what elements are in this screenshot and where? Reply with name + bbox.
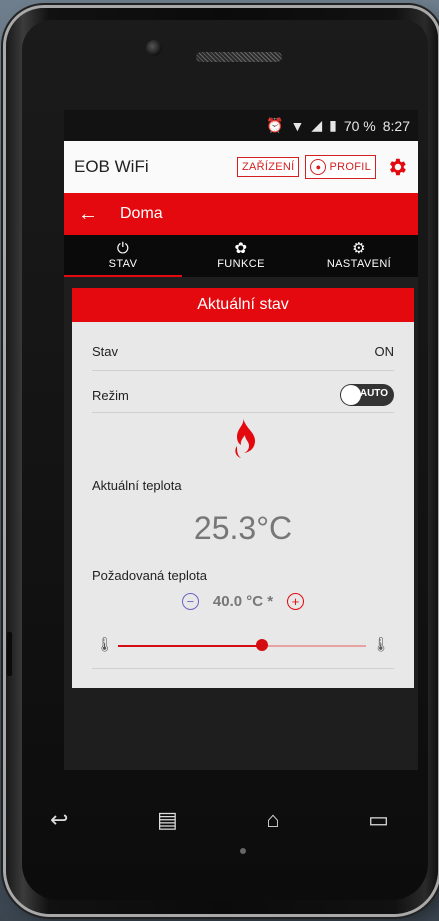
mode-toggle-label: AUTO [359, 388, 388, 399]
app-title: EOB WiFi [74, 157, 149, 176]
card-header: Aktuální stav [72, 288, 414, 322]
slider-fill [118, 645, 262, 647]
cell-signal-icon: ◢ [311, 117, 323, 133]
current-temp-label: Aktuální teplota [92, 478, 182, 493]
slider-thumb[interactable] [255, 639, 268, 651]
increase-temp-button[interactable]: + [287, 593, 305, 610]
divider [92, 412, 394, 413]
fan-icon: ✿ [234, 240, 248, 257]
profile-button-label: PROFIL [329, 161, 371, 173]
arrow-left-icon[interactable]: ← [78, 203, 98, 226]
location-title: Doma [120, 205, 163, 222]
wifi-icon: ▼ [290, 117, 305, 134]
menu-key-icon[interactable]: ▤ [157, 807, 178, 833]
hardware-nav-bar: ↩ ▤ ⌂ ▭ [24, 790, 415, 850]
profile-button[interactable]: ● PROFIL [305, 155, 376, 179]
thermometer-low-icon: 🌡 [96, 636, 114, 652]
temp-slider[interactable]: 🌡 🌡 [96, 634, 390, 658]
alarm-clock-icon: ⏰ [266, 117, 284, 133]
stav-value: ON [374, 344, 395, 359]
stav-label: Stav [92, 344, 119, 359]
front-camera [146, 40, 162, 56]
battery-level: 70 % [343, 117, 376, 134]
earpiece-speaker [196, 52, 282, 62]
tab-funkce[interactable]: ✿ FUNKCE [182, 235, 300, 277]
status-card: Aktuální stav Stav ON Režim AUTO Aktuáln… [72, 288, 414, 688]
app-bar: EOB WiFi ZAŘÍZENÍ ● PROFIL [64, 141, 418, 193]
devices-button[interactable]: ZAŘÍZENÍ [236, 157, 300, 177]
power-icon: ⏻ [116, 240, 130, 257]
notification-led [240, 848, 246, 854]
gear-icon: ⚙ [352, 240, 366, 257]
flame-icon [235, 418, 255, 458]
decrease-temp-button[interactable]: − [181, 593, 199, 610]
tab-nastaveni[interactable]: ⚙ NASTAVENÍ [300, 235, 418, 277]
rezim-label: Režim [92, 387, 129, 403]
divider [92, 668, 394, 669]
search-key-icon[interactable]: ▭ [368, 807, 389, 833]
target-temp-control: − 40.0 °C * + [72, 593, 414, 610]
phone-screen: ⏰ ▼ ◢ ▮ 70 % 8:27 EOB WiFi ZAŘÍZENÍ ● PR… [64, 110, 418, 770]
devices-button-label: ZAŘÍZENÍ [241, 161, 295, 173]
battery-icon: ▮ [329, 117, 337, 133]
target-temp-value: 40.0 °C * [212, 593, 274, 610]
toggle-knob [341, 385, 361, 405]
side-button [7, 632, 12, 676]
home-key-icon[interactable]: ⌂ [266, 807, 279, 833]
tab-bar: ⏻ STAV ✿ FUNKCE ⚙ NASTAVENÍ [64, 235, 418, 277]
tab-stav-label: STAV [108, 258, 138, 270]
slider-track [118, 639, 366, 651]
target-temp-label: Požadovaná teplota [92, 568, 207, 583]
rezim-row: Režim AUTO [92, 384, 394, 406]
divider [92, 370, 394, 371]
location-bar: ← Doma [64, 193, 418, 235]
thermometer-high-icon: 🌡 [372, 636, 390, 652]
clock: 8:27 [382, 117, 410, 134]
stav-row: Stav ON [92, 344, 394, 359]
tab-stav[interactable]: ⏻ STAV [64, 235, 182, 277]
status-bar: ⏰ ▼ ◢ ▮ 70 % 8:27 [64, 110, 418, 141]
user-icon: ● [310, 159, 327, 175]
gear-icon[interactable] [386, 156, 408, 178]
tab-nastaveni-label: NASTAVENÍ [326, 258, 392, 270]
mode-toggle[interactable]: AUTO [340, 384, 394, 406]
back-key-icon[interactable]: ↩ [50, 807, 68, 833]
current-temp-value: 25.3°C [193, 510, 293, 546]
tab-funkce-label: FUNKCE [217, 258, 265, 270]
